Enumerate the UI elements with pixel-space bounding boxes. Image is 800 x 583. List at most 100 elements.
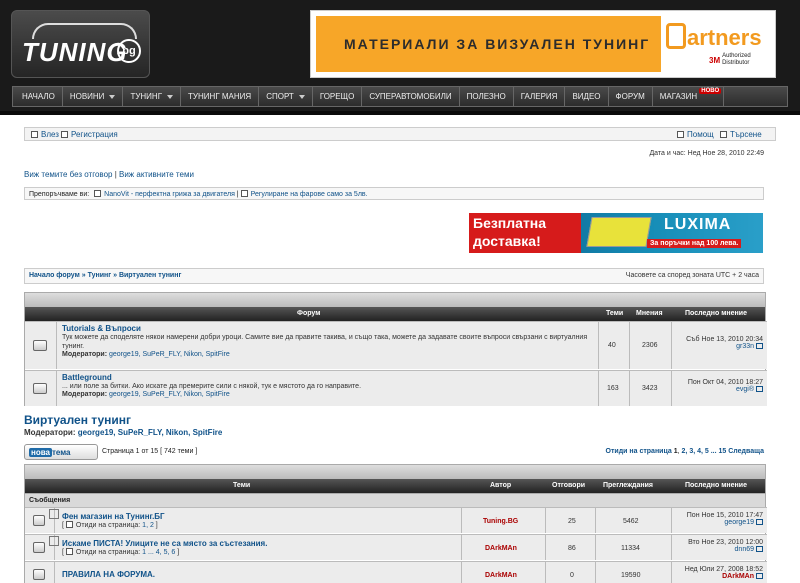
last-post-user[interactable]: DArkMAn bbox=[722, 573, 754, 580]
register-icon bbox=[61, 131, 68, 138]
views-count: 11334 bbox=[621, 545, 640, 552]
topic-page-links[interactable]: 1, 2 bbox=[142, 522, 154, 529]
nav-label: ГАЛЕРИЯ bbox=[520, 92, 558, 101]
col-views: Преглеждания bbox=[603, 482, 654, 489]
partners-logo: artners bbox=[666, 23, 762, 51]
doc-icon bbox=[65, 521, 73, 528]
login-link[interactable]: Влез bbox=[31, 130, 59, 139]
breadcrumb-sep: » bbox=[111, 272, 119, 279]
nav-item-hot[interactable]: ГОРЕЩО bbox=[313, 87, 363, 106]
forum-desc: Тук можете да споделяте някои намерени д… bbox=[62, 334, 588, 350]
go-to-post-icon[interactable] bbox=[756, 519, 763, 525]
mods-links[interactable]: george19, SuPeR_FLY, Nikon, SpitFire bbox=[78, 428, 223, 437]
last-post-date: Пон Ное 15, 2010 17:47 bbox=[686, 512, 763, 519]
topics-count: 163 bbox=[607, 385, 619, 392]
forum-title-link[interactable]: Battleground bbox=[62, 373, 592, 382]
site-logo[interactable]: TUNING bg bbox=[11, 10, 150, 78]
go-to-post-icon[interactable] bbox=[756, 573, 763, 579]
topic-page-links[interactable]: 1 ... 4, 5, 6 bbox=[142, 549, 175, 556]
col-posts: Мнения bbox=[636, 310, 663, 317]
mods-links[interactable]: george19, SuPeR_FLY, Nikon, SpitFire bbox=[109, 351, 230, 358]
last-post-user[interactable]: dnn69 bbox=[735, 546, 754, 553]
help-link[interactable]: Помощ bbox=[677, 130, 714, 139]
new-topic-button[interactable]: нова тема bbox=[24, 444, 98, 460]
topic-author[interactable]: DArkMAn bbox=[485, 572, 517, 579]
nav-item-shop[interactable]: МАГАЗИН НОВО bbox=[653, 87, 725, 106]
table-cap bbox=[25, 293, 765, 307]
nav-item-forum[interactable]: ФОРУМ bbox=[609, 87, 653, 106]
breadcrumb-forum[interactable]: Виртуален тунинг bbox=[119, 272, 181, 279]
forum-mods: Модератори: george19, SuPeR_FLY, Nikon, … bbox=[62, 391, 592, 398]
go-to-post-icon[interactable] bbox=[756, 343, 763, 349]
topic-author[interactable]: DArkMAn bbox=[485, 545, 517, 552]
help-label: Помощ bbox=[687, 130, 714, 139]
last-post-user[interactable]: evgi® bbox=[736, 386, 754, 393]
unanswered-topics-link[interactable]: Виж темите без отговор bbox=[24, 170, 112, 179]
divider bbox=[598, 322, 599, 369]
partners-brand: artners bbox=[687, 25, 762, 50]
topics-count: 40 bbox=[608, 342, 616, 349]
nav-label: НОВИНИ bbox=[69, 92, 105, 101]
forum-content: Влез Регистрация Помощ Търсене Дата и ча… bbox=[0, 111, 800, 583]
current-datetime: Дата и час: Нед Ное 28, 2010 22:49 bbox=[649, 150, 764, 157]
help-icon bbox=[677, 131, 684, 138]
breadcrumb-category[interactable]: Тунинг bbox=[88, 272, 112, 279]
forum-info: Tutorials & Въпроси Тук можете да сподел… bbox=[62, 324, 592, 358]
topics-table: Теми Автор Отговори Преглеждания Последн… bbox=[24, 464, 767, 583]
doc-icon bbox=[65, 548, 73, 555]
topic-author[interactable]: Tuning.BG bbox=[483, 518, 518, 525]
nav-label: ФОРУМ bbox=[615, 92, 645, 101]
topic-title-link[interactable]: Искаме ПИСТА! Улиците не са място за със… bbox=[62, 539, 267, 548]
current-page: 1 bbox=[673, 448, 678, 455]
page-links[interactable]: 2, 3, 4, 5 ... 15 bbox=[682, 448, 727, 455]
recommended-link-2[interactable]: Регулиране на фарове само за 5лв. bbox=[251, 191, 368, 198]
goto-page-link[interactable]: Отиди на страница bbox=[606, 448, 672, 455]
last-post-user[interactable]: george19 bbox=[724, 519, 754, 526]
luxima-ad[interactable]: Безплатна доставка! LUXIMA За поръчки на… bbox=[469, 213, 763, 253]
active-topics-link[interactable]: Виж активните теми bbox=[119, 170, 194, 179]
forum-moderators: Модератори: george19, SuPeR_FLY, Nikon, … bbox=[24, 428, 222, 437]
nav-item-home[interactable]: НАЧАЛО bbox=[15, 87, 63, 106]
breadcrumb-home[interactable]: Начало форум bbox=[29, 272, 80, 279]
main-nav: НАЧАЛО НОВИНИ ТУНИНГ ТУНИНГ МАНИЯ СПОРТ … bbox=[12, 86, 788, 107]
divider bbox=[598, 371, 599, 406]
topic-row[interactable]: Фен магазин на Тунинг.БГ [ Отиди на стра… bbox=[25, 507, 767, 533]
icon-cell bbox=[25, 322, 57, 369]
nav-item-useful[interactable]: ПОЛЕЗНО bbox=[460, 87, 514, 106]
search-link[interactable]: Търсене bbox=[720, 130, 762, 139]
nav-item-supercars[interactable]: СУПЕРАВТОМОБИЛИ bbox=[362, 87, 460, 106]
breadcrumb: Начало форум » Тунинг » Виртуален тунинг… bbox=[24, 268, 764, 284]
topic-title-link[interactable]: ПРАВИЛА НА ФОРУМА. bbox=[62, 570, 155, 579]
forum-row[interactable]: Tutorials & Въпроси Тук можете да сподел… bbox=[25, 321, 767, 369]
search-label: Търсене bbox=[730, 130, 762, 139]
doc-icon bbox=[94, 190, 102, 197]
forum-title-link[interactable]: Tutorials & Въпроси bbox=[62, 324, 592, 333]
topic-pages: [ Отиди на страница: 1 ... 4, 5, 6 ] bbox=[62, 548, 180, 556]
last-post-user[interactable]: gr33n bbox=[736, 343, 754, 350]
forum-row[interactable]: Battleground ... или поле за битки. Ако … bbox=[25, 370, 767, 406]
nav-label: МАГАЗИН bbox=[659, 92, 698, 101]
go-to-post-icon[interactable] bbox=[756, 386, 763, 392]
logo-badge: bg bbox=[117, 39, 141, 63]
nav-item-news[interactable]: НОВИНИ bbox=[63, 87, 124, 106]
nav-item-tuning[interactable]: ТУНИНГ bbox=[123, 87, 182, 106]
mods-links[interactable]: george19, SuPeR_FLY, Nikon, SpitFire bbox=[109, 391, 230, 398]
go-to-post-icon[interactable] bbox=[756, 546, 763, 552]
col-lastpost: Последно мнение bbox=[685, 310, 747, 317]
nav-label: ТУНИНГ МАНИЯ bbox=[188, 92, 252, 101]
recommended-link-1[interactable]: NanoVit - перфектна грижа за двигателя bbox=[104, 191, 235, 198]
forum-page-title[interactable]: Виртуален тунинг bbox=[24, 413, 131, 427]
topic-row[interactable]: Искаме ПИСТА! Улиците не са място за със… bbox=[25, 534, 767, 560]
nav-item-tuning-mania[interactable]: ТУНИНГ МАНИЯ bbox=[181, 87, 260, 106]
topic-row[interactable]: ПРАВИЛА НА ФОРУМА. DArkMAn 0 19590 Нед Ю… bbox=[25, 561, 767, 583]
nav-item-video[interactable]: ВИДЕО bbox=[565, 87, 609, 106]
nav-label: СПОРТ bbox=[266, 92, 294, 101]
nav-item-gallery[interactable]: ГАЛЕРИЯ bbox=[514, 87, 566, 106]
topic-title-link[interactable]: Фен магазин на Тунинг.БГ bbox=[62, 512, 165, 521]
next-page-link[interactable]: Следваща bbox=[728, 448, 764, 455]
site-header: TUNING bg МАТЕРИАЛИ ЗА ВИЗУАЛЕН ТУНИНГ a… bbox=[0, 0, 800, 86]
top-banner-ad[interactable]: МАТЕРИАЛИ ЗА ВИЗУАЛЕН ТУНИНГ artners 3M … bbox=[310, 10, 776, 78]
register-link[interactable]: Регистрация bbox=[61, 130, 118, 139]
banner-text: МАТЕРИАЛИ ЗА ВИЗУАЛЕН ТУНИНГ bbox=[344, 36, 651, 52]
nav-item-sport[interactable]: СПОРТ bbox=[259, 87, 313, 106]
